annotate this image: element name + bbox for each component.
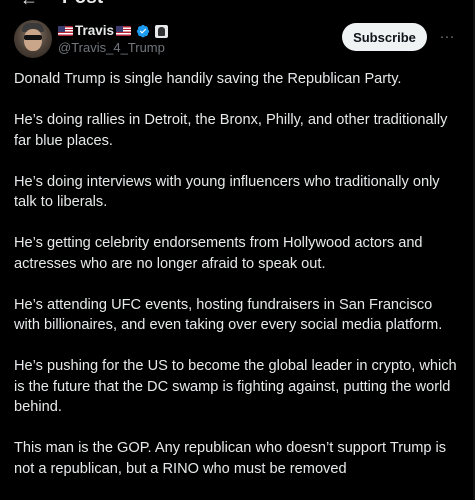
author-name[interactable]: Travis [75,23,114,39]
verified-badge-icon[interactable] [136,24,150,38]
tweet-paragraph: He’s attending UFC events, hosting fundr… [14,296,443,334]
avatar-sunglasses [24,35,42,40]
subscribe-button[interactable]: Subscribe [342,23,427,51]
affiliate-badge-icon[interactable] [155,24,169,38]
tweet-paragraph: He’s doing interviews with young influen… [14,173,440,211]
avatar[interactable] [14,20,52,58]
tweet-paragraph: He’s doing rallies in Detroit, the Bronx… [14,112,448,149]
author-name-line[interactable]: Travis [58,23,169,39]
us-flag-icon [116,26,132,36]
us-flag-icon [58,26,73,36]
tweet-paragraph: Donald Trump is single handily saving th… [14,71,402,87]
more-options-icon[interactable]: ··· [436,26,458,46]
header-title: Post [62,0,103,8]
post-header: ← Post [0,0,475,8]
tweet-paragraph: This man is the GOP. Any republican who … [14,440,447,477]
tweet-paragraph: He’s getting celebrity endorsements from… [14,235,423,272]
author-handle[interactable]: @Travis_4_Trump [58,40,165,56]
tweet-paragraph: He’s pushing for the US to become the gl… [14,358,457,415]
tweet-text: Donald Trump is single handily saving th… [14,69,461,500]
post-page: ← Post Travis @Travis_4_Trump Subscribe … [0,0,475,500]
author-row: Travis @Travis_4_Trump Subscribe ··· [14,20,461,60]
arrow-left-icon[interactable]: ← [20,0,38,8]
avatar-face [24,29,42,51]
